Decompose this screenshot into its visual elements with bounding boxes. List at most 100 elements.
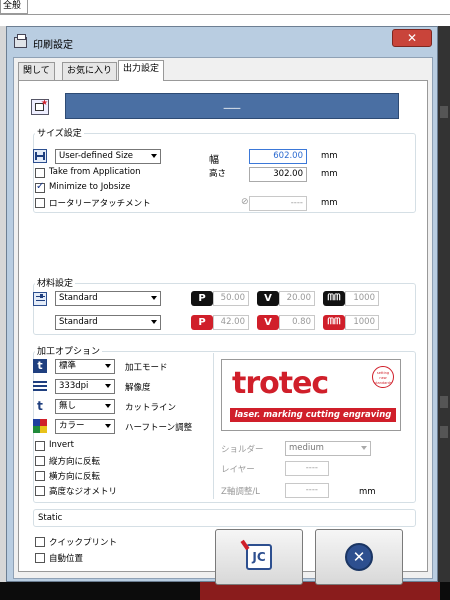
layer-label: レイヤー <box>221 465 255 475</box>
close-button[interactable]: ✕ <box>392 29 432 47</box>
flip-horizontal-label: 横方向に反転 <box>49 472 101 482</box>
process-mode-icon: t <box>33 359 47 373</box>
size-settings-label: サイズ設定 <box>35 126 84 139</box>
rotary-unit: mm <box>321 198 338 208</box>
title-bar[interactable]: 印刷設定 ✕ <box>7 27 437 55</box>
tab-favorites[interactable]: お気に入り <box>62 62 118 80</box>
trotec-brand: trotec <box>232 366 329 401</box>
static-bar: Static <box>33 509 416 527</box>
tab-about[interactable]: 関して <box>18 62 55 80</box>
chevron-down-icon <box>361 446 367 450</box>
quick-print-checkbox[interactable] <box>35 537 45 547</box>
cancel-x-icon: ✕ <box>345 543 373 571</box>
power-icon-1: P <box>191 291 213 306</box>
trotec-seal: setting new standards <box>372 366 394 388</box>
frequency-value-1[interactable]: 1000 <box>345 291 379 306</box>
resolution-select[interactable]: 333dpi <box>55 379 115 394</box>
trotec-tagline: laser. marking cutting engraving <box>230 408 396 422</box>
minimize-to-jobsize-label: Minimize to Jobsize <box>49 182 131 192</box>
height-unit: mm <box>321 169 338 179</box>
width-label: 幅 <box>209 155 219 166</box>
invert-checkbox[interactable] <box>35 441 45 451</box>
power-value-2[interactable]: 42.00 <box>213 315 249 330</box>
cutline-label: カットライン <box>125 403 177 413</box>
chevron-down-icon <box>105 384 111 388</box>
chevron-down-icon <box>151 320 157 324</box>
resolution-icon <box>33 379 47 393</box>
minimize-to-jobsize-checkbox[interactable] <box>35 181 45 193</box>
background-tab-general[interactable]: 全般 <box>0 0 28 14</box>
resolution-label: 解像度 <box>125 383 151 393</box>
material-sliders-icon[interactable] <box>33 292 47 306</box>
chevron-down-icon <box>151 296 157 300</box>
frequency-icon-1: ᗰᗰ <box>323 291 345 306</box>
layer-input[interactable]: ---- <box>285 461 329 476</box>
size-resize-icon[interactable] <box>33 149 47 163</box>
cutline-value: 無し <box>59 401 77 411</box>
new-job-icon[interactable]: ★ <box>31 98 49 115</box>
background-right-scrollbar <box>438 26 450 600</box>
process-mode-label: 加工モード <box>125 363 168 373</box>
job-control-button[interactable]: JC <box>215 529 303 585</box>
process-mode-select[interactable]: 標準 <box>55 359 115 374</box>
chevron-down-icon <box>105 364 111 368</box>
velocity-icon-2: V <box>257 315 279 330</box>
rotary-diameter-input[interactable]: ---- <box>249 196 307 211</box>
velocity-value-2[interactable]: 0.80 <box>279 315 315 330</box>
cancel-button[interactable]: ✕ <box>315 529 403 585</box>
shoulder-value: medium <box>289 443 324 453</box>
invert-label: Invert <box>49 440 74 450</box>
flip-vertical-checkbox[interactable] <box>35 456 45 466</box>
width-unit: mm <box>321 151 338 161</box>
flip-horizontal-checkbox[interactable] <box>35 471 45 481</box>
z-adjust-label: Z軸調整/L <box>221 487 260 497</box>
output-settings-pane: ★ ___ サイズ設定 User-defined Size 幅 602.00 m… <box>18 80 428 585</box>
take-from-application-checkbox[interactable] <box>35 168 45 178</box>
velocity-value-1[interactable]: 20.00 <box>279 291 315 306</box>
velocity-icon-1: V <box>257 291 279 306</box>
material-select-1[interactable]: Standard <box>55 291 161 306</box>
halftone-select[interactable]: カラー <box>55 419 115 434</box>
frequency-value-2[interactable]: 1000 <box>345 315 379 330</box>
cutline-icon: t <box>37 399 43 413</box>
material-value-2: Standard <box>59 317 98 327</box>
jobcontrol-icon: JC <box>246 544 272 570</box>
cutline-select[interactable]: 無し <box>55 399 115 414</box>
process-options-label: 加工オプション <box>35 344 103 357</box>
material-select-2[interactable]: Standard <box>55 315 161 330</box>
power-icon-2: P <box>191 315 213 330</box>
print-settings-dialog: 印刷設定 ✕ 関して お気に入り 出力設定 ★ ___ サイズ設定 User-d… <box>6 26 438 585</box>
height-label: 高さ <box>209 169 227 179</box>
size-mode-select[interactable]: User-defined Size <box>55 149 161 164</box>
shoulder-label: ショルダー <box>221 445 264 455</box>
tab-output-settings[interactable]: 出力設定 <box>118 60 165 81</box>
halftone-value: カラー <box>59 421 85 431</box>
frequency-icon-2: ᗰᗰ <box>323 315 345 330</box>
chevron-down-icon <box>151 154 157 158</box>
advanced-geometry-checkbox[interactable] <box>35 486 45 496</box>
resolution-value: 333dpi <box>59 381 89 391</box>
printer-icon <box>14 34 27 48</box>
background-tab-pane <box>0 14 450 26</box>
quick-print-label: クイックプリント <box>49 538 118 548</box>
auto-position-checkbox[interactable] <box>35 553 45 563</box>
job-name-bar[interactable]: ___ <box>65 93 399 119</box>
rotary-attachment-checkbox[interactable] <box>35 198 45 208</box>
width-input[interactable]: 602.00 <box>249 149 307 164</box>
halftone-color-icon <box>33 419 47 433</box>
take-from-application-label: Take from Application <box>49 167 141 177</box>
window-title: 印刷設定 <box>33 40 73 51</box>
material-value-1: Standard <box>59 293 98 303</box>
z-adjust-input[interactable]: ---- <box>285 483 329 498</box>
rotary-attachment-label: ロータリーアタッチメント <box>49 199 151 209</box>
flip-vertical-label: 縦方向に反転 <box>49 457 101 467</box>
height-input[interactable]: 302.00 <box>249 167 307 182</box>
diameter-icon: ⊘ <box>241 197 249 207</box>
z-adjust-unit: mm <box>359 487 376 497</box>
static-label: Static <box>38 513 63 523</box>
process-mode-value: 標準 <box>59 361 77 371</box>
auto-position-label: 自動位置 <box>49 554 84 564</box>
shoulder-select[interactable]: medium <box>285 441 371 456</box>
power-value-1[interactable]: 50.00 <box>213 291 249 306</box>
material-settings-label: 材料設定 <box>35 276 76 289</box>
